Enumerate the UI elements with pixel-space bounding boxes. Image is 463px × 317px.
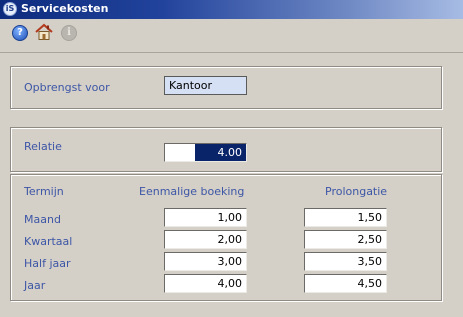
info-icon[interactable]: i — [61, 25, 77, 41]
half-jaar-eenmalig-field[interactable]: 3,00 — [164, 252, 247, 271]
half-jaar-prolongatie-field[interactable]: 3,50 — [304, 252, 387, 271]
opbrengst-voor-field[interactable]: Kantoor — [164, 76, 247, 95]
relatie-field[interactable]: 4.00 — [164, 143, 247, 162]
jaar-eenmalig-field[interactable]: 4,00 — [164, 274, 247, 293]
jaar-prolongatie-field[interactable]: 4,50 — [304, 274, 387, 293]
header-eenmalige-boeking: Eenmalige boeking — [139, 185, 245, 198]
maand-eenmalig-field[interactable]: 1,00 — [164, 208, 247, 227]
row-label-jaar: Jaar — [24, 279, 46, 292]
app-logo-icon: iS — [3, 2, 17, 16]
kwartaal-eenmalig-field[interactable]: 2,00 — [164, 230, 247, 249]
title-bar[interactable]: iS Servicekosten — [0, 0, 463, 19]
relatie-label: Relatie — [24, 140, 62, 153]
row-label-half-jaar: Half jaar — [24, 257, 71, 270]
home-icon[interactable] — [35, 23, 53, 41]
toolbar-separator — [0, 52, 463, 53]
relatie-value-selected: 4.00 — [195, 144, 246, 161]
header-prolongatie: Prolongatie — [325, 185, 388, 198]
help-icon[interactable]: ? — [12, 25, 28, 41]
row-label-kwartaal: Kwartaal — [24, 235, 73, 248]
kwartaal-prolongatie-field[interactable]: 2,50 — [304, 230, 387, 249]
maand-prolongatie-field[interactable]: 1,50 — [304, 208, 387, 227]
header-termijn: Termijn — [24, 185, 64, 198]
window-title: Servicekosten — [21, 2, 109, 15]
opbrengst-label: Opbrengst voor — [24, 81, 110, 94]
row-label-maand: Maand — [24, 213, 61, 226]
toolbar: ? i — [0, 19, 463, 49]
